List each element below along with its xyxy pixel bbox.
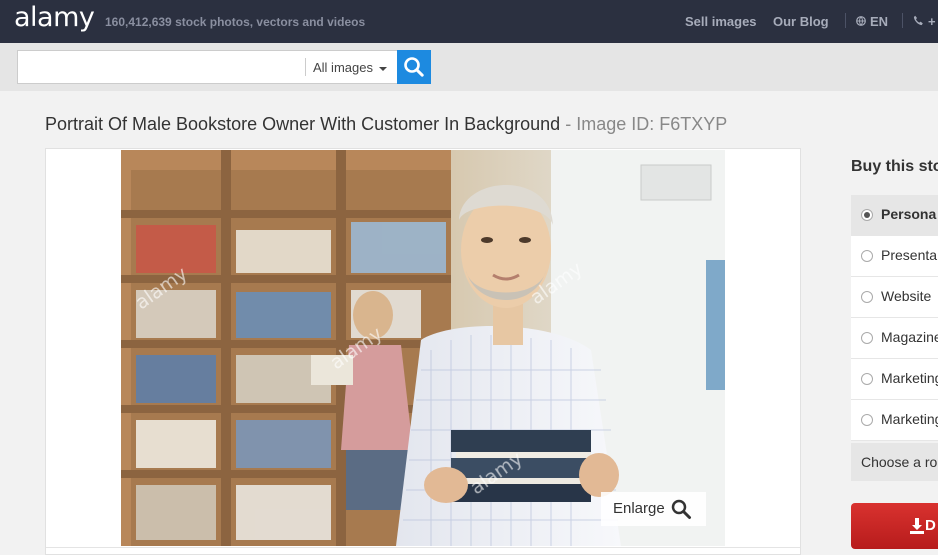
license-option-personal[interactable]: Persona [851, 195, 938, 236]
image-type-dropdown[interactable]: All images [313, 60, 387, 75]
license-option-marketing[interactable]: Marketing [851, 400, 938, 441]
globe-icon [856, 16, 866, 29]
search-input[interactable] [20, 53, 302, 81]
license-option-label: Marketing [881, 370, 938, 386]
page-title: Portrait Of Male Bookstore Owner With Cu… [45, 114, 727, 135]
phone-link[interactable]: + [913, 14, 936, 29]
license-option-magazine[interactable]: Magazine [851, 318, 938, 359]
alamy-logo[interactable]: alamy [14, 2, 95, 33]
search-scope-divider [305, 58, 306, 76]
radio-button[interactable] [861, 414, 873, 426]
phone-number: + [928, 14, 936, 29]
magnifier-icon [671, 499, 691, 519]
radio-button[interactable] [861, 373, 873, 385]
license-option-label: Website [881, 288, 932, 304]
radio-button[interactable] [861, 332, 873, 344]
phone-icon [913, 15, 924, 29]
radio-button[interactable] [861, 250, 873, 262]
license-option-label: Magazine [881, 329, 938, 345]
buy-panel-title: Buy this sto [851, 158, 938, 175]
top-bar: alamy 160,412,639 stock photos, vectors … [0, 0, 938, 43]
image-title: Portrait Of Male Bookstore Owner With Cu… [45, 114, 561, 134]
search-bar-row: All images [0, 43, 938, 91]
sell-images-link[interactable]: Sell images [685, 14, 757, 29]
language-label: EN [870, 14, 889, 29]
radio-button[interactable] [861, 291, 873, 303]
image-type-label: All images [313, 60, 373, 75]
license-option-marketing[interactable]: Marketing [851, 359, 938, 400]
image-id: Image ID: F6TXYP [576, 114, 728, 134]
our-blog-link[interactable]: Our Blog [773, 14, 829, 29]
search-icon [404, 57, 424, 77]
nav-divider [845, 13, 846, 28]
license-option-presentation[interactable]: Presenta [851, 236, 938, 277]
license-option-website[interactable]: Website [851, 277, 938, 318]
download-icon [910, 518, 924, 534]
nav-divider [902, 13, 903, 28]
language-selector[interactable]: EN [856, 14, 888, 29]
enlarge-button[interactable]: Enlarge [601, 492, 706, 526]
download-button[interactable]: D [851, 503, 938, 549]
title-separator: - [560, 114, 577, 134]
panel-divider [46, 547, 800, 548]
enlarge-label: Enlarge [613, 500, 665, 517]
radio-button[interactable] [861, 209, 873, 221]
license-option-label: Persona [881, 206, 937, 222]
license-option-label: Marketing [881, 411, 938, 427]
stock-count-text: 160,412,639 stock photos, vectors and vi… [105, 15, 366, 29]
search-button[interactable] [397, 50, 431, 84]
license-option-label: Presenta [881, 247, 938, 263]
choose-role-dropdown[interactable]: Choose a ro [851, 443, 938, 481]
search-box: All images [17, 50, 397, 84]
caret-down-icon [378, 66, 387, 71]
stock-photo[interactable]: alamy alamy alamy alamy [121, 150, 725, 546]
download-label: D [925, 517, 936, 534]
